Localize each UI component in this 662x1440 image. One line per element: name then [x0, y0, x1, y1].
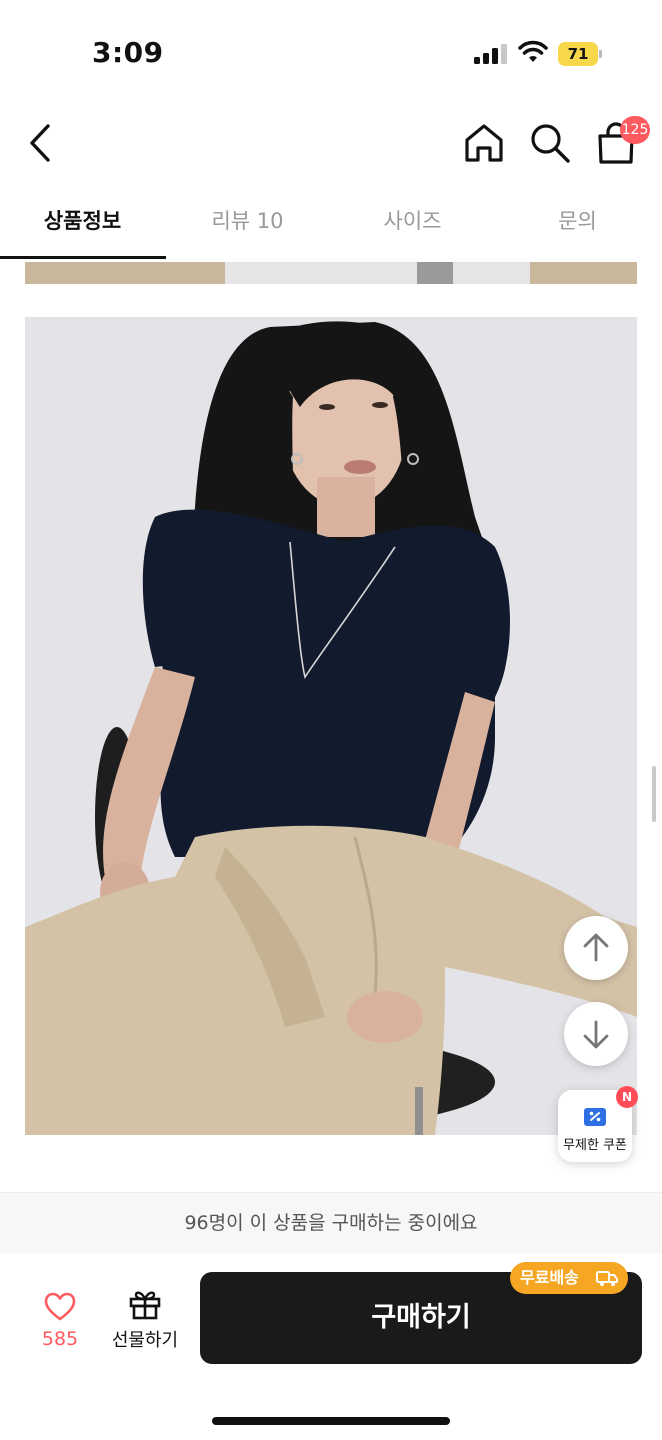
coupon-new-badge: N — [616, 1086, 638, 1108]
battery-icon: 71 — [558, 42, 604, 66]
tab-size[interactable]: 사이즈 — [330, 190, 495, 258]
tab-product-info[interactable]: 상품정보 — [0, 190, 165, 258]
product-image — [25, 317, 637, 1135]
home-indicator — [212, 1417, 450, 1425]
wifi-icon — [518, 40, 548, 62]
arrow-up-icon — [583, 933, 609, 962]
buyers-text: 96명이 이 상품을 구매하는 중이에요 — [184, 1212, 478, 1234]
status-time: 3:09 — [92, 36, 164, 69]
gift-button[interactable]: 선물하기 — [106, 1288, 184, 1352]
home-icon[interactable] — [462, 122, 506, 164]
scroll-up-button[interactable] — [564, 916, 628, 980]
free-shipping-badge: 무료배송 — [510, 1262, 628, 1294]
battery-level: 71 — [567, 45, 589, 63]
tab-inquiry[interactable]: 문의 — [495, 190, 660, 258]
truck-icon — [596, 1271, 618, 1286]
free-shipping-label: 무료배송 — [520, 1268, 579, 1287]
coupon-icon — [584, 1108, 606, 1126]
tab-active-indicator — [0, 256, 166, 259]
buyers-banner: 96명이 이 상품을 구매하는 중이에요 — [0, 1192, 662, 1253]
arrow-down-icon — [583, 1020, 609, 1049]
gift-label: 선물하기 — [111, 1330, 179, 1351]
like-button[interactable]: 585 — [30, 1290, 90, 1354]
product-tabs: 상품정보 리뷰 10 사이즈 문의 — [0, 190, 662, 260]
search-icon[interactable] — [528, 121, 572, 165]
heart-icon — [44, 1292, 76, 1321]
cellular-signal-icon — [474, 44, 507, 64]
chevron-left-icon[interactable] — [24, 120, 58, 166]
like-count: 585 — [41, 1328, 79, 1350]
previous-product-image — [25, 262, 637, 284]
scroll-down-button[interactable] — [564, 1002, 628, 1066]
tab-reviews[interactable]: 리뷰 10 — [165, 190, 330, 258]
scrollbar[interactable] — [652, 766, 656, 822]
coupon-label: 무제한 쿠폰 — [563, 1138, 627, 1153]
cart-badge: 125 — [620, 116, 650, 144]
gift-icon — [129, 1291, 161, 1320]
